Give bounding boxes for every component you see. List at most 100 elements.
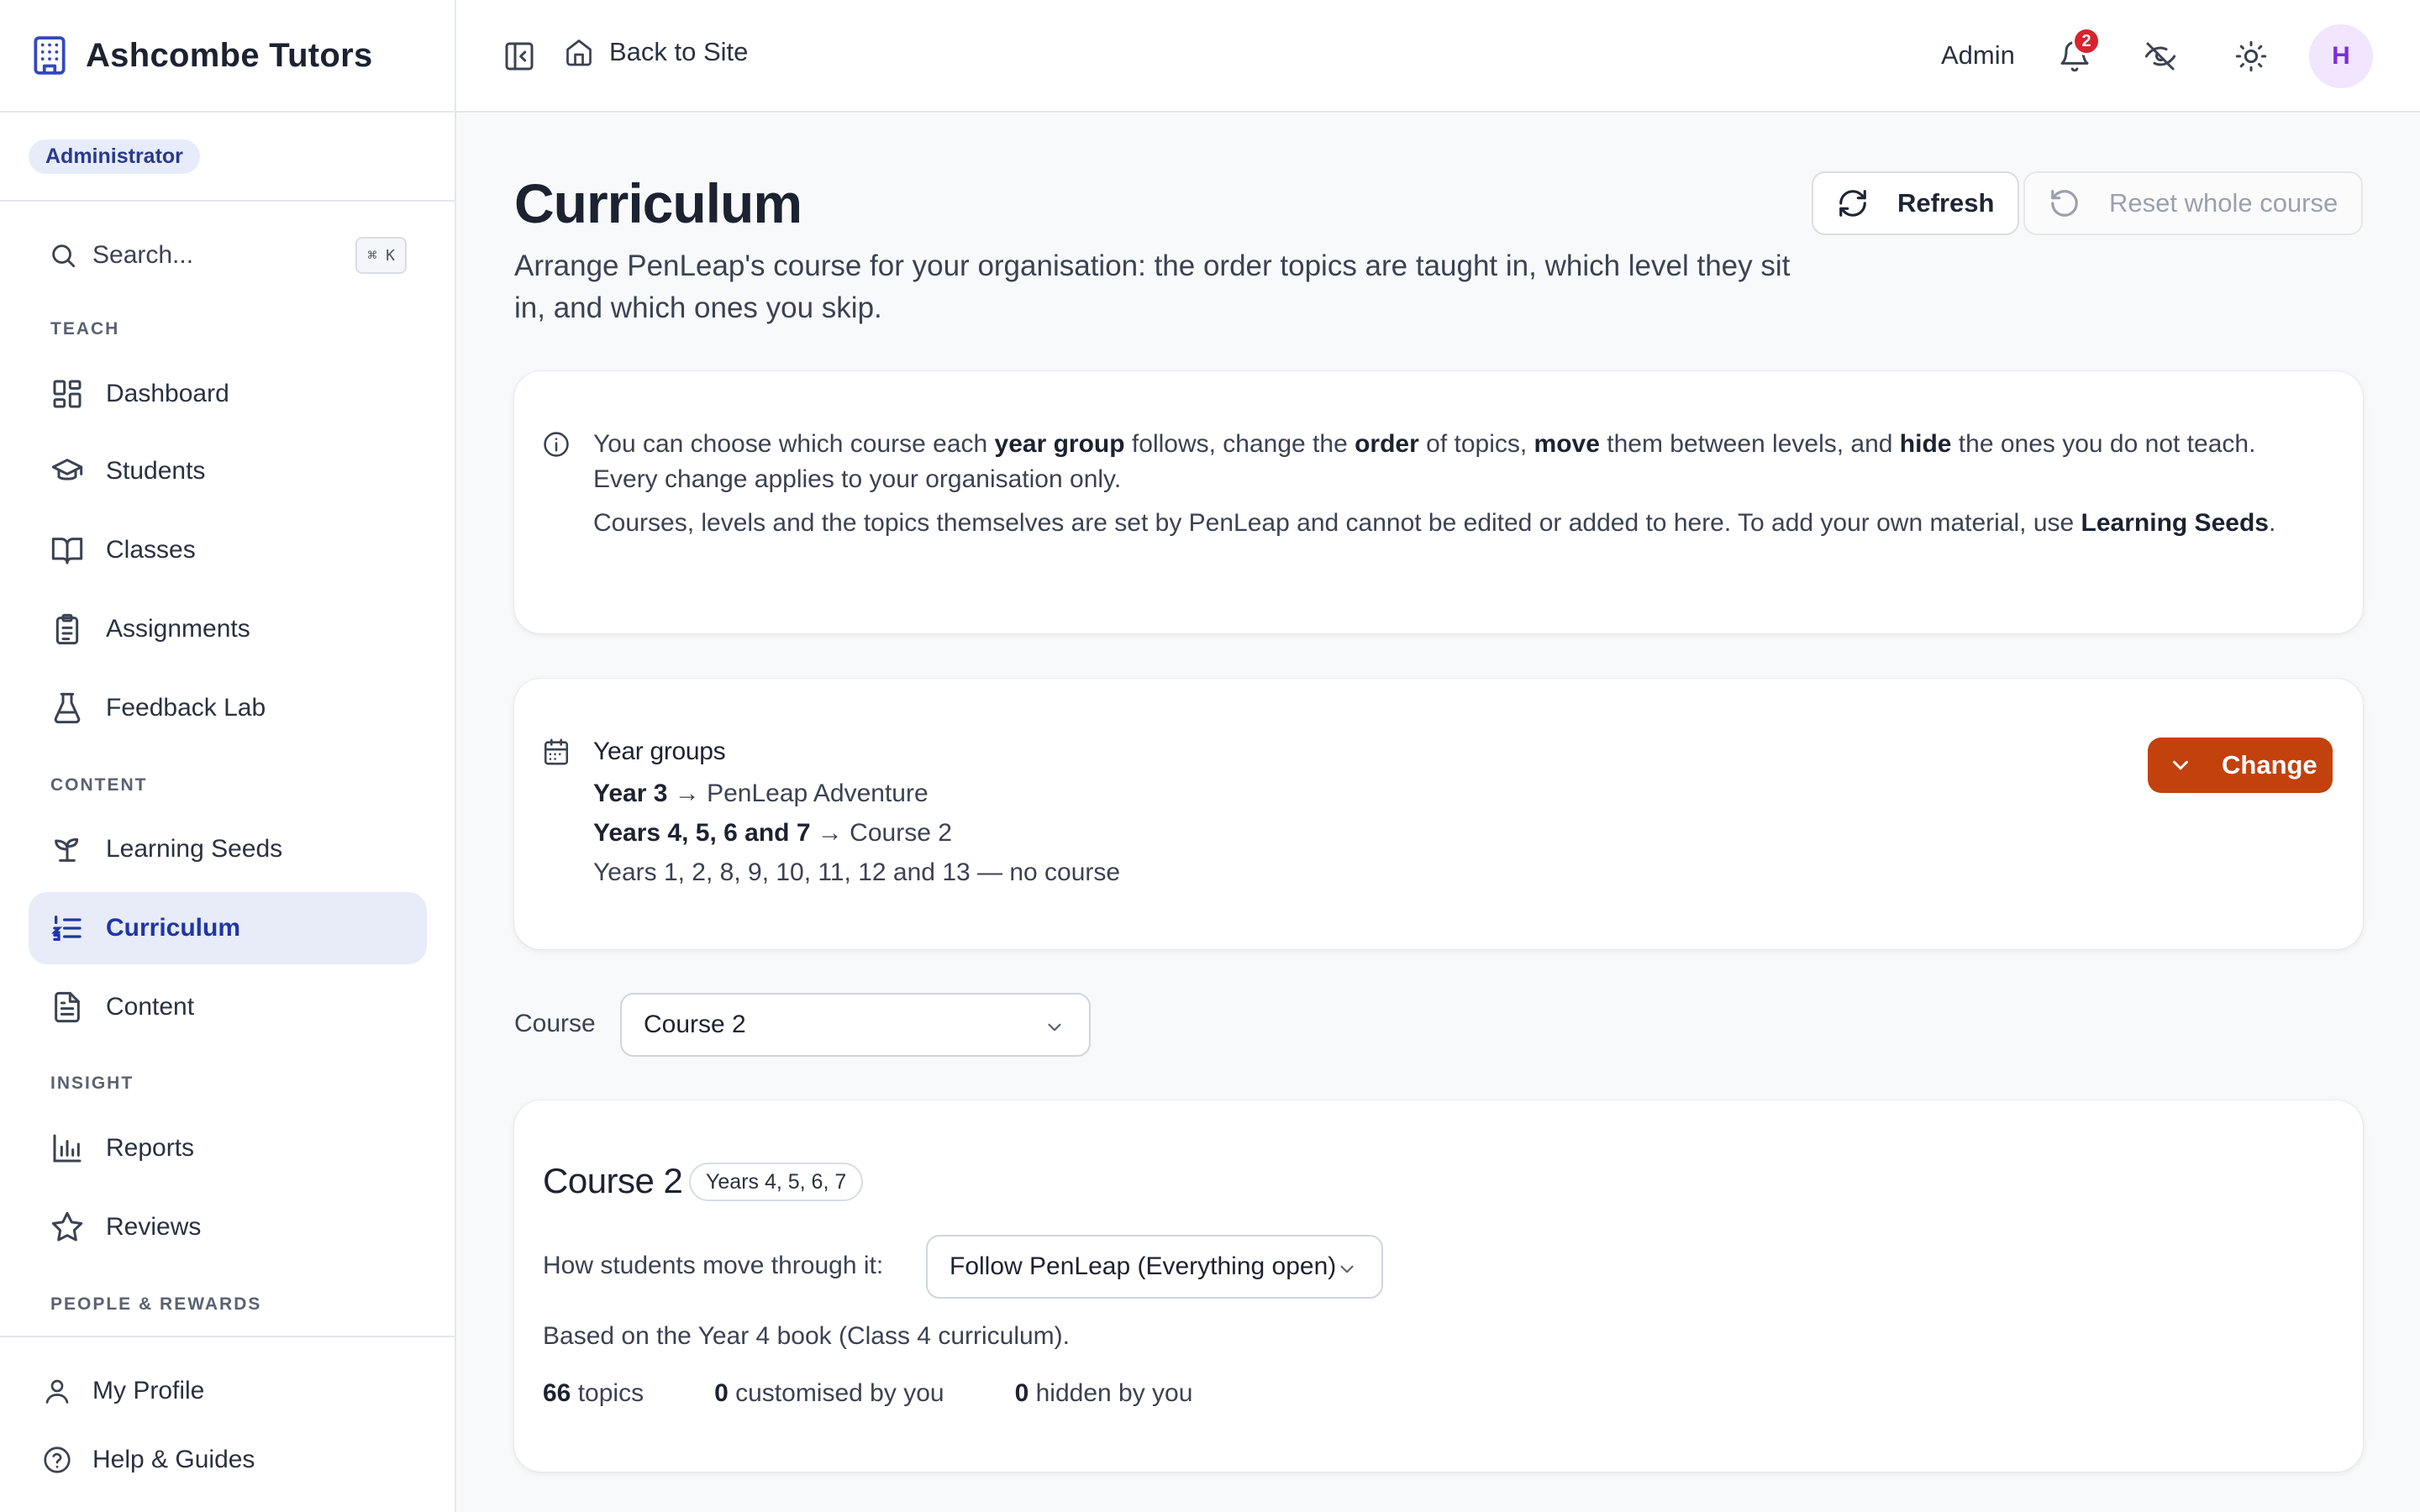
file-text-icon xyxy=(50,990,84,1024)
sun-icon xyxy=(2234,39,2268,73)
user-icon xyxy=(42,1376,72,1406)
sidebar-item-feedback-lab[interactable]: Feedback Lab xyxy=(29,672,427,744)
chevron-down-icon xyxy=(1336,1258,1358,1280)
info-paragraph-1: You can choose which course each year gr… xyxy=(593,430,2256,493)
refresh-icon xyxy=(1837,187,1869,219)
sidebar-item-curriculum[interactable]: Curriculum xyxy=(29,892,427,964)
brand[interactable]: Ashcombe Tutors xyxy=(0,0,455,113)
notifications-button[interactable]: 2 xyxy=(2057,27,2101,74)
search-icon xyxy=(49,241,77,270)
clipboard-icon xyxy=(50,612,84,646)
home-icon xyxy=(564,37,594,67)
theme-toggle-button[interactable] xyxy=(2233,39,2269,74)
year-group-mapping: Year 3 → PenLeap Adventure xyxy=(593,780,929,807)
section-label-content: CONTENT xyxy=(50,775,148,795)
course-select-value: Course 2 xyxy=(644,1011,746,1038)
back-to-site-link[interactable]: Back to Site xyxy=(564,37,748,67)
toggle-sidebar-button[interactable] xyxy=(500,37,539,76)
flask-icon xyxy=(50,691,84,725)
year-group-mapping: Years 4, 5, 6 and 7 → Course 2 xyxy=(593,819,952,847)
page-title: Curriculum xyxy=(514,172,802,234)
refresh-button[interactable]: Refresh xyxy=(1812,171,2020,235)
sidebar-footer: My Profile Help & Guides xyxy=(0,1336,455,1512)
sidebar-item-help[interactable]: Help & Guides xyxy=(42,1445,255,1475)
eye-off-icon xyxy=(2144,39,2177,73)
section-label-teach: TEACH xyxy=(50,319,120,339)
course-stats: 66 topics 0 customised by you 0 hidden b… xyxy=(543,1379,1263,1408)
progression-select[interactable]: Follow PenLeap (Everything open) xyxy=(926,1235,1383,1299)
sidebar-item-label: Feedback Lab xyxy=(106,694,266,722)
reset-course-button[interactable]: Reset whole course xyxy=(2023,171,2364,235)
course-select[interactable]: Course 2 xyxy=(620,993,1091,1057)
year-groups-card: Year groups Year 3 → PenLeap Adventure Y… xyxy=(514,679,2363,949)
page-subtitle: Arrange PenLeap's course for your organi… xyxy=(514,249,1791,324)
section-label-insight: INSIGHT xyxy=(50,1074,134,1093)
progression-label: How students move through it: xyxy=(543,1252,884,1279)
star-icon xyxy=(50,1210,84,1244)
sidebar-item-learning-seeds[interactable]: Learning Seeds xyxy=(29,813,427,885)
bar-chart-icon xyxy=(50,1131,84,1165)
sidebar-item-content[interactable]: Content xyxy=(29,971,427,1043)
info-icon xyxy=(542,430,571,459)
change-year-groups-button[interactable]: Change xyxy=(2148,738,2333,793)
search-button[interactable]: Search... ⌘ K xyxy=(29,232,408,279)
sidebar-item-label: Learning Seeds xyxy=(106,835,283,863)
help-circle-icon xyxy=(42,1445,72,1475)
sidebar-item-label: My Profile xyxy=(92,1377,205,1404)
sidebar-item-dashboard[interactable]: Dashboard xyxy=(29,358,427,430)
stat-customised: 0 customised by you xyxy=(714,1379,944,1407)
role-badge: Administrator xyxy=(29,139,200,174)
rotate-ccw-icon xyxy=(2049,187,2081,219)
course-card: Course 2 Years 4, 5, 6, 7 How students m… xyxy=(514,1100,2363,1472)
sidebar-item-label: Assignments xyxy=(106,615,250,643)
info-card: You can choose which course each year gr… xyxy=(514,371,2363,633)
progression-select-value: Follow PenLeap (Everything open) xyxy=(950,1252,1337,1280)
sidebar-item-label: Students xyxy=(106,457,206,485)
graduation-cap-icon xyxy=(50,454,84,488)
panel-left-icon xyxy=(502,39,536,73)
course-select-label: Course xyxy=(514,1010,596,1037)
refresh-label: Refresh xyxy=(1897,188,1995,218)
sidebar-item-classes[interactable]: Classes xyxy=(29,514,427,586)
learning-seeds-link[interactable]: Learning Seeds xyxy=(2081,509,2269,537)
course-years-badge: Years 4, 5, 6, 7 xyxy=(689,1163,864,1201)
sidebar: Ashcombe Tutors Administrator Search... … xyxy=(0,0,456,1512)
sidebar-item-reports[interactable]: Reports xyxy=(29,1112,427,1184)
hide-visibility-button[interactable] xyxy=(2143,39,2178,74)
reset-label: Reset whole course xyxy=(2109,188,2338,218)
year-group-unassigned: Years 1, 2, 8, 9, 10, 11, 12 and 13 — no… xyxy=(593,858,1121,886)
sidebar-item-students[interactable]: Students xyxy=(29,435,427,507)
search-label: Search... xyxy=(92,241,194,269)
sidebar-item-assignments[interactable]: Assignments xyxy=(29,593,427,665)
stat-topics: 66 topics xyxy=(543,1379,644,1407)
search-shortcut: ⌘ K xyxy=(355,237,407,274)
sidebar-item-label: Help & Guides xyxy=(92,1446,255,1473)
stat-hidden: 0 hidden by you xyxy=(1014,1379,1193,1407)
section-label-people: PEOPLE & REWARDS xyxy=(50,1294,262,1314)
book-open-icon xyxy=(50,533,84,567)
course-title: Course 2 xyxy=(543,1161,683,1200)
sidebar-item-label: Dashboard xyxy=(106,380,229,407)
sidebar-item-my-profile[interactable]: My Profile xyxy=(42,1376,204,1406)
sidebar-item-label: Content xyxy=(106,993,195,1021)
back-to-site-label: Back to Site xyxy=(609,37,749,66)
change-label: Change xyxy=(2222,750,2317,780)
sidebar-item-reviews[interactable]: Reviews xyxy=(29,1191,427,1263)
topbar: Back to Site Admin 2 H xyxy=(456,0,2420,113)
user-role-label[interactable]: Admin xyxy=(1941,40,2015,71)
course-based-on: Based on the Year 4 book (Class 4 curric… xyxy=(543,1322,1070,1350)
brand-name: Ashcombe Tutors xyxy=(86,36,373,74)
chevron-down-icon xyxy=(1044,1016,1065,1038)
sidebar-item-label: Classes xyxy=(106,536,196,564)
chevron-down-icon xyxy=(2168,753,2193,778)
sprout-icon xyxy=(50,832,84,866)
list-ordered-icon xyxy=(50,911,84,945)
sidebar-item-label: Reviews xyxy=(106,1213,202,1241)
sidebar-item-label: Reports xyxy=(106,1134,195,1162)
info-paragraph-2: Courses, levels and the topics themselve… xyxy=(593,509,2276,537)
calendar-icon xyxy=(542,738,571,766)
role-row: Administrator xyxy=(0,113,455,202)
sidebar-item-label: Curriculum xyxy=(106,914,241,942)
dashboard-icon xyxy=(50,377,84,411)
avatar[interactable]: H xyxy=(2309,24,2373,88)
